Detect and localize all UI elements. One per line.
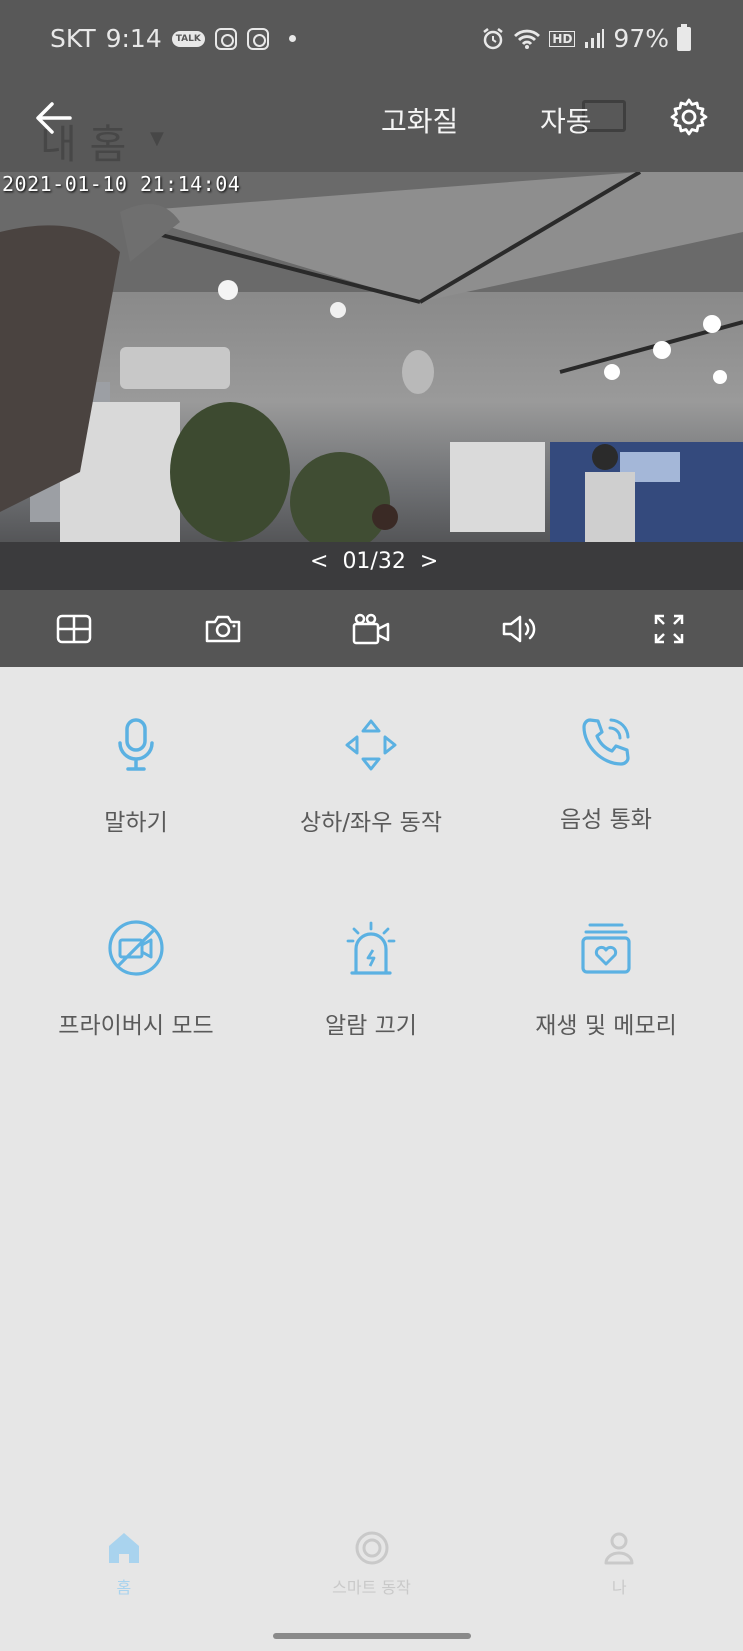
carrier: SKT xyxy=(50,24,96,53)
bottom-navigation: 홈 스마트 동작 나 xyxy=(0,1530,743,1610)
nav-home[interactable]: 홈 xyxy=(0,1530,248,1610)
video-quality-button[interactable]: 고화질 xyxy=(381,100,458,140)
status-bar: SKT 9:14 TALK HD 97% xyxy=(0,0,743,80)
camera-page-indicator: 01/32 xyxy=(342,549,406,574)
gear-icon xyxy=(670,98,708,136)
pan-tilt-arrows-icon xyxy=(345,719,397,771)
pan-tilt-label: 상하/좌우 동작 xyxy=(299,810,443,836)
prev-camera-button[interactable]: < xyxy=(310,549,328,574)
video-control-bar xyxy=(0,590,743,667)
nav-profile-label: 나 xyxy=(611,1578,627,1597)
smart-action-icon xyxy=(355,1531,388,1565)
more-notifications-icon xyxy=(288,35,296,42)
playback-memory-button[interactable]: 재생 및 메모리 xyxy=(482,918,730,1040)
signal-icon xyxy=(585,28,605,48)
privacy-camera-off-icon xyxy=(108,920,164,976)
camera-pager: < 01/32 > xyxy=(310,549,438,574)
wifi-icon xyxy=(514,29,541,49)
hd-voice-icon: HD xyxy=(549,30,576,47)
talk-button[interactable]: 말하기 xyxy=(12,715,260,837)
camera-icon xyxy=(205,615,241,642)
voice-call-button[interactable]: 음성 통화 xyxy=(482,712,730,834)
playback-memory-icon xyxy=(581,923,631,974)
back-arrow-icon xyxy=(36,102,72,134)
snapshot-button[interactable] xyxy=(149,590,298,667)
phone-call-icon xyxy=(582,718,630,766)
instagram-icon xyxy=(214,27,237,50)
live-video-view[interactable] xyxy=(0,172,743,590)
alarm-off-label: 알람 끄기 xyxy=(325,1013,417,1039)
multi-view-button[interactable] xyxy=(0,590,149,667)
nav-home-label: 홈 xyxy=(116,1578,132,1597)
alarm-siren-icon xyxy=(346,921,396,975)
battery-icon xyxy=(677,23,691,51)
nav-smart-action-label: 스마트 동작 xyxy=(332,1578,411,1597)
kakaotalk-icon: TALK xyxy=(171,30,205,47)
video-record-icon xyxy=(353,613,390,644)
voice-call-label: 음성 통화 xyxy=(560,807,652,833)
playback-memory-label: 재생 및 메모리 xyxy=(535,1013,677,1039)
fullscreen-button[interactable] xyxy=(594,590,743,667)
layout-grid-icon xyxy=(57,614,92,643)
sound-button[interactable] xyxy=(446,590,595,667)
alarm-off-button[interactable]: 알람 끄기 xyxy=(247,918,495,1040)
battery-percent: 97% xyxy=(613,24,669,53)
profile-icon xyxy=(604,1532,634,1565)
camera-feed-image xyxy=(0,172,743,590)
video-timestamp: 2021-01-10 21:14:04 xyxy=(2,172,241,196)
settings-button[interactable] xyxy=(668,96,710,138)
talk-label: 말하기 xyxy=(104,810,168,836)
record-button[interactable] xyxy=(297,590,446,667)
speaker-icon xyxy=(502,615,536,642)
clock: 9:14 xyxy=(105,24,162,53)
privacy-mode-label: 프라이버시 모드 xyxy=(58,1013,214,1039)
microphone-icon xyxy=(118,718,154,771)
auto-mode-button[interactable]: 자동 xyxy=(540,100,592,140)
home-icon xyxy=(108,1533,139,1563)
privacy-mode-button[interactable]: 프라이버시 모드 xyxy=(12,918,260,1040)
pan-tilt-button[interactable]: 상하/좌우 동작 xyxy=(247,715,495,837)
gesture-navigation-bar[interactable] xyxy=(273,1633,471,1639)
nav-smart-action[interactable]: 스마트 동작 xyxy=(248,1530,496,1610)
background-dropdown-icon: ▼ xyxy=(150,128,164,149)
instagram-icon xyxy=(246,27,269,50)
fullscreen-icon xyxy=(654,614,683,643)
next-camera-button[interactable]: > xyxy=(420,549,438,574)
alarm-icon xyxy=(483,27,504,49)
nav-profile[interactable]: 나 xyxy=(495,1530,743,1610)
back-button[interactable] xyxy=(32,96,76,140)
